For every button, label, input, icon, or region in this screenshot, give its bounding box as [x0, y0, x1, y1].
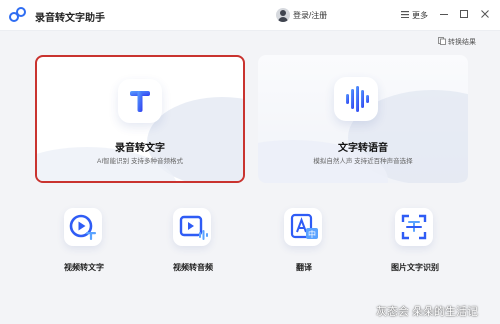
- switch-result-link[interactable]: 转换结果: [448, 37, 476, 47]
- letter-t-icon: [130, 91, 150, 112]
- translate-tile: 中: [284, 208, 322, 246]
- login-register-link[interactable]: 登录/注册: [293, 10, 327, 21]
- tool-label: 视频转音频: [173, 263, 213, 272]
- more-menu-button[interactable]: 更多: [412, 10, 428, 21]
- tool-video-to-audio[interactable]: 视频转音频: [153, 208, 233, 278]
- minimize-icon[interactable]: [438, 9, 449, 20]
- close-icon[interactable]: [479, 9, 490, 20]
- app-title: 录音转文字助手: [35, 13, 105, 24]
- card-subtitle: 模拟自然人声 支持近百种声音选择: [313, 158, 413, 165]
- title-bar: 录音转文字助手 登录/注册 更多: [0, 0, 500, 31]
- switch-result-icon[interactable]: [438, 37, 446, 45]
- tool-label: 翻译: [296, 263, 312, 272]
- sound-wave-icon: [346, 86, 369, 112]
- card-title: 文字转语音: [338, 143, 388, 154]
- tool-label: 图片文字识别: [391, 263, 439, 272]
- image-ocr-tile: [395, 208, 433, 246]
- video-to-audio-icon: [179, 215, 208, 240]
- translate-icon: 中: [290, 213, 318, 239]
- card-text-to-speech[interactable]: 文字转语音 模拟自然人声 支持近百种声音选择: [258, 55, 468, 183]
- watermark: 灰态会 朵朵的生活记: [376, 306, 479, 318]
- video-to-audio-tile: [173, 208, 211, 246]
- menu-icon[interactable]: [401, 11, 409, 18]
- audio-to-text-tile: [118, 79, 162, 123]
- maximize-icon[interactable]: [458, 9, 469, 20]
- video-to-text-tile: [64, 208, 102, 246]
- tool-label: 视频转文字: [64, 263, 104, 272]
- card-subtitle: AI智能识别 支持多种音频格式: [97, 158, 183, 165]
- avatar[interactable]: [276, 8, 290, 22]
- tool-video-to-text[interactable]: 视频转文字: [44, 208, 124, 278]
- text-to-speech-tile: [334, 77, 378, 121]
- svg-text:中: 中: [308, 229, 316, 239]
- tool-image-ocr[interactable]: 图片文字识别: [375, 208, 455, 278]
- image-ocr-icon: [401, 214, 427, 240]
- tool-translate[interactable]: 中 翻译: [264, 208, 344, 278]
- card-title: 录音转文字: [115, 143, 165, 154]
- app-logo-icon: [9, 7, 26, 22]
- video-to-text-icon: [69, 214, 96, 240]
- card-audio-to-text[interactable]: 录音转文字 AI智能识别 支持多种音频格式: [35, 55, 245, 183]
